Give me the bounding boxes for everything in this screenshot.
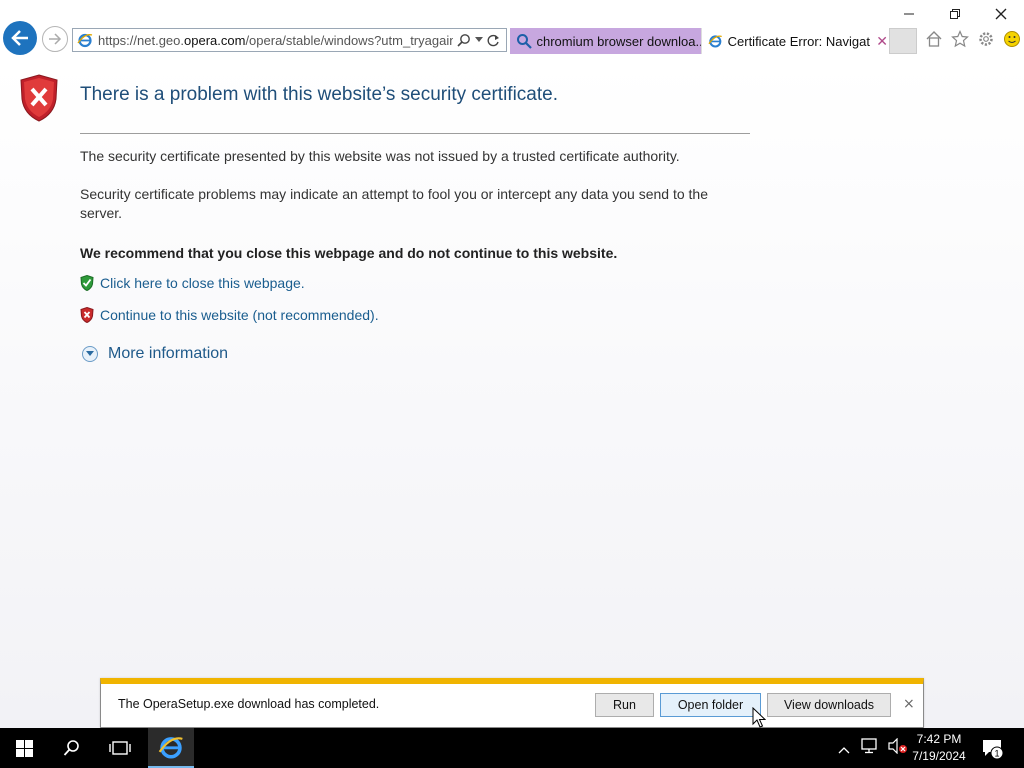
favorites-star-icon[interactable] xyxy=(950,29,970,49)
task-view-button[interactable] xyxy=(96,728,144,768)
home-icon[interactable] xyxy=(924,29,944,49)
clock-date: 7/19/2024 xyxy=(912,749,966,763)
download-message: The OperaSetup.exe download has complete… xyxy=(118,697,380,711)
restore-button[interactable] xyxy=(932,0,978,28)
restore-icon xyxy=(950,9,960,19)
clock[interactable]: 7:42 PM 7/19/2024 xyxy=(906,731,972,765)
tab-certificate-error[interactable]: Certificate Error: Navigati... ✕ xyxy=(701,28,888,54)
more-information-label: More information xyxy=(108,345,229,362)
download-notification-bar: The OperaSetup.exe download has complete… xyxy=(100,678,924,728)
close-window-button[interactable] xyxy=(978,0,1024,28)
recommendation-text: We recommend that you close this webpage… xyxy=(80,245,618,261)
close-webpage-row: Click here to close this webpage. xyxy=(80,275,305,291)
minimize-icon xyxy=(904,13,914,15)
tab-label: chromium browser downloa... xyxy=(536,33,702,49)
action-center-icon[interactable]: 1 xyxy=(980,736,1004,760)
taskbar-internet-explorer[interactable] xyxy=(148,728,194,768)
continue-to-website-link[interactable]: Continue to this website (not recommende… xyxy=(100,307,379,323)
arrow-left-icon xyxy=(11,30,28,46)
mouse-cursor-icon xyxy=(752,707,766,728)
forward-button[interactable] xyxy=(42,26,68,52)
close-icon xyxy=(995,8,1007,20)
volume-muted-icon[interactable] xyxy=(888,737,908,758)
tab-close-icon[interactable]: ✕ xyxy=(876,33,888,50)
taskbar: 7:42 PM 7/19/2024 1 xyxy=(0,728,1024,768)
window-controls xyxy=(886,0,1024,28)
start-button[interactable] xyxy=(0,728,48,768)
view-downloads-button[interactable]: View downloads xyxy=(767,693,891,717)
address-bar[interactable]: https://net.geo.opera.com/opera/stable/w… xyxy=(72,28,507,52)
search-icon xyxy=(517,34,532,49)
task-view-icon xyxy=(109,741,131,755)
explanation-text: The security certificate presented by th… xyxy=(80,148,680,164)
tab-label: Certificate Error: Navigati... xyxy=(727,33,871,49)
gear-icon[interactable] xyxy=(976,29,996,49)
browser-chrome: https://net.geo.opera.com/opera/stable/w… xyxy=(0,0,1024,62)
ie-icon xyxy=(77,33,93,48)
close-notification-icon[interactable]: × xyxy=(903,696,915,712)
arrow-right-icon xyxy=(49,33,62,45)
chevron-down-icon xyxy=(82,346,98,362)
warning-text: Security certificate problems may indica… xyxy=(80,186,709,221)
shield-error-icon xyxy=(80,307,94,323)
chevron-down-icon[interactable] xyxy=(475,37,483,43)
run-button[interactable]: Run xyxy=(595,693,654,717)
back-button[interactable] xyxy=(3,21,37,55)
url-text[interactable]: https://net.geo.opera.com/opera/stable/w… xyxy=(98,33,453,48)
shield-error-icon xyxy=(20,74,58,122)
search-icon[interactable] xyxy=(457,33,471,47)
more-information-toggle[interactable]: More information xyxy=(82,345,228,363)
taskbar-search-button[interactable] xyxy=(48,728,96,768)
ie-icon xyxy=(708,35,722,48)
ie-icon xyxy=(158,737,183,759)
open-folder-button[interactable]: Open folder xyxy=(660,693,761,717)
divider xyxy=(80,133,750,134)
tab-search[interactable]: chromium browser downloa... xyxy=(510,28,701,54)
network-icon[interactable] xyxy=(860,738,878,758)
windows-logo-icon xyxy=(15,739,33,757)
chevron-up-icon[interactable] xyxy=(838,739,850,758)
new-tab-button[interactable] xyxy=(889,28,917,54)
shield-ok-icon xyxy=(80,275,94,291)
close-webpage-link[interactable]: Click here to close this webpage. xyxy=(100,275,305,291)
page-content: There is a problem with this website’s s… xyxy=(0,62,1024,728)
refresh-icon[interactable] xyxy=(487,34,500,47)
page-title: There is a problem with this website’s s… xyxy=(80,84,558,105)
search-icon xyxy=(63,740,79,756)
system-tray xyxy=(838,728,908,768)
clock-time: 7:42 PM xyxy=(916,732,962,746)
smiley-feedback-icon[interactable] xyxy=(1002,29,1022,49)
notification-count: 1 xyxy=(994,749,999,759)
continue-row: Continue to this website (not recommende… xyxy=(80,307,379,323)
minimize-button[interactable] xyxy=(886,0,932,28)
